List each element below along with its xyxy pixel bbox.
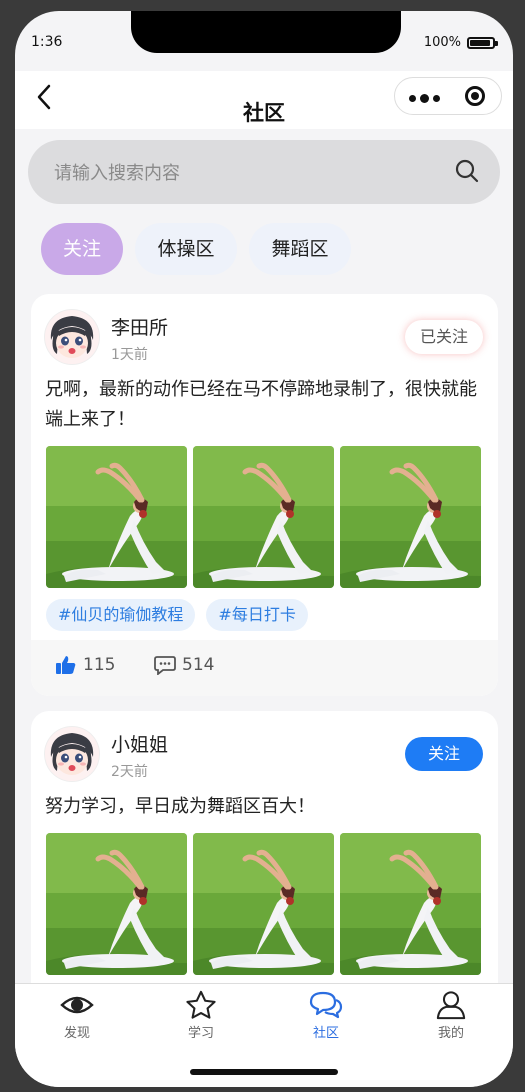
post-image[interactable] (46, 446, 187, 588)
topic-tag[interactable]: #仙贝的瑜伽教程 (46, 599, 196, 631)
followed-button[interactable]: 已关注 (405, 320, 483, 354)
phone-screen: 1:36 100% 社区 请输入搜索内容 关注 体操区 舞蹈区 李田所 1天前 … (15, 11, 513, 1087)
avatar[interactable] (45, 310, 99, 364)
tabbar-item-mine[interactable]: 我的 (411, 990, 491, 1041)
tabbar-item-discover[interactable]: 发现 (37, 990, 117, 1041)
post-text: 兄啊，最新的动作已经在马不停蹄地录制了，很快就能端上来了！ (45, 379, 477, 430)
search-icon[interactable] (454, 158, 480, 184)
topic-tag[interactable]: #每日打卡 (206, 599, 308, 631)
post-image[interactable] (46, 833, 187, 975)
tabbar-item-study[interactable]: 学习 (161, 990, 241, 1041)
like-button[interactable]: 115 (55, 655, 115, 675)
home-indicator (190, 1069, 338, 1075)
search-bar[interactable]: 请输入搜索内容 (28, 140, 500, 204)
user-icon (436, 991, 466, 1020)
tab-gymnastics[interactable]: 体操区 (135, 223, 237, 275)
post-username[interactable]: 李田所 (111, 313, 168, 340)
post-text: 努力学习，早日成为舞蹈区百大！ (45, 796, 315, 817)
avatar[interactable] (45, 727, 99, 781)
post-images (46, 833, 481, 975)
status-battery: 100% (423, 35, 498, 50)
comment-icon (154, 656, 176, 675)
battery-percent: 100% (423, 35, 461, 50)
miniapp-capsule (394, 77, 502, 115)
post-image[interactable] (340, 833, 481, 975)
post-time: 1天前 (111, 347, 148, 363)
post-card: 小姐姐 2天前 关注 努力学习，早日成为舞蹈区百大！ (31, 711, 498, 1011)
tab-follow[interactable]: 关注 (41, 223, 123, 275)
post-image[interactable] (193, 833, 334, 975)
post-username[interactable]: 小姐姐 (111, 730, 168, 757)
post-card: 李田所 1天前 已关注 兄啊，最新的动作已经在马不停蹄地录制了，很快就能端上来了… (31, 294, 498, 696)
tabbar-label: 发现 (63, 1026, 90, 1041)
more-icon[interactable] (409, 94, 440, 103)
comment-count: 514 (182, 655, 215, 675)
search-input[interactable]: 请输入搜索内容 (54, 159, 180, 185)
tabbar-label: 社区 (312, 1026, 339, 1041)
comment-button[interactable]: 514 (154, 655, 214, 675)
tabbar-label: 学习 (187, 1026, 214, 1041)
tabbar-label: 我的 (437, 1026, 464, 1041)
thumbs-up-icon (56, 656, 76, 674)
tab-dance[interactable]: 舞蹈区 (249, 223, 351, 275)
nav-bar: 社区 (15, 71, 513, 129)
chat-icon (309, 991, 343, 1019)
battery-icon (467, 36, 498, 49)
tabbar-item-community[interactable]: 社区 (286, 990, 366, 1041)
like-count: 115 (83, 655, 116, 675)
follow-button[interactable]: 关注 (405, 737, 483, 771)
star-icon (186, 990, 216, 1019)
eye-icon (60, 996, 94, 1014)
post-image[interactable] (340, 446, 481, 588)
post-images (46, 446, 481, 588)
post-tags: #仙贝的瑜伽教程 #每日打卡 (46, 599, 308, 631)
notch (131, 11, 401, 53)
close-target-icon[interactable] (465, 86, 485, 106)
post-image[interactable] (193, 446, 334, 588)
post-actions: 115 514 (31, 640, 498, 696)
status-time: 1:36 (31, 34, 63, 50)
post-time: 2天前 (111, 764, 148, 780)
